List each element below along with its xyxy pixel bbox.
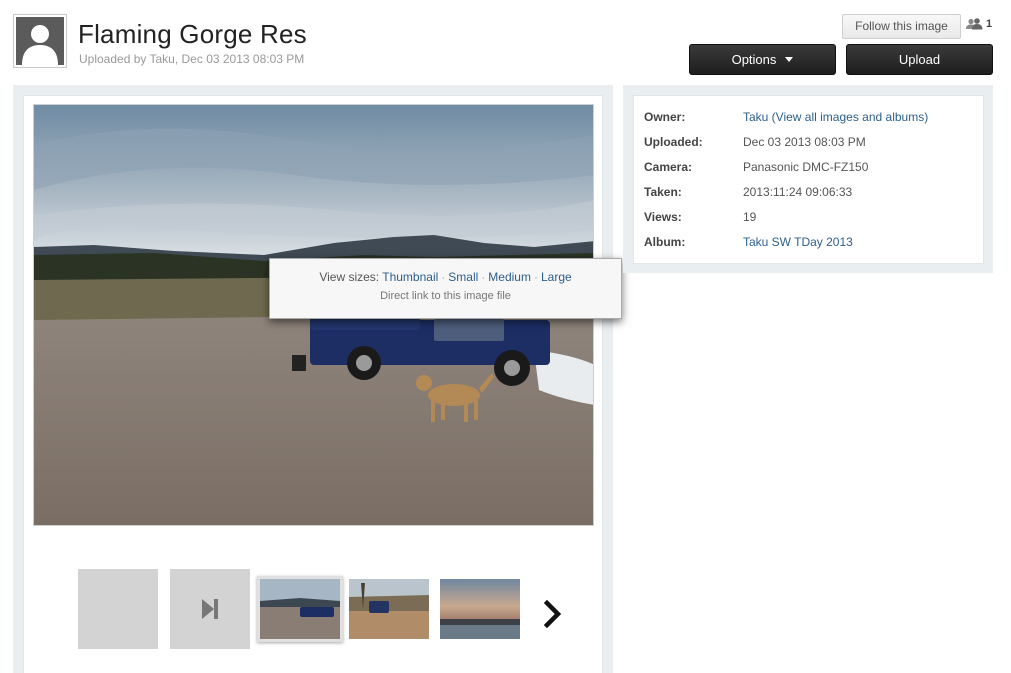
users-icon: [966, 18, 983, 30]
follow-button[interactable]: Follow this image: [842, 14, 961, 39]
info-row-album: Album: Taku SW TDay 2013: [644, 235, 853, 249]
size-large-link[interactable]: Large: [541, 270, 572, 284]
album-link[interactable]: Taku SW TDay 2013: [743, 235, 853, 249]
info-label: Uploaded:: [644, 135, 703, 149]
info-label: Views:: [644, 210, 682, 224]
size-small-link[interactable]: Small: [448, 270, 478, 284]
thumbnail-image[interactable]: [440, 579, 520, 639]
follower-count-value: 1: [986, 18, 993, 30]
info-label: Owner:: [644, 110, 686, 124]
upload-button[interactable]: Upload: [846, 44, 993, 75]
caret-down-icon: [785, 57, 794, 63]
chevron-right-icon: [543, 599, 562, 629]
thumbnail-current[interactable]: [257, 576, 343, 642]
info-value: Dec 03 2013 08:03 PM: [743, 135, 866, 149]
avatar[interactable]: [13, 14, 67, 68]
size-medium-link[interactable]: Medium: [488, 270, 531, 284]
last-image-button[interactable]: [170, 569, 250, 649]
view-sizes-popup: View sizes: Thumbnail · Small · Medium · Large…: [269, 258, 622, 319]
thumbnail-image[interactable]: [349, 579, 429, 639]
info-row-views: Views: 19: [644, 210, 756, 224]
info-row-uploaded: Uploaded: Dec 03 2013 08:03 PM: [644, 135, 866, 149]
skip-to-last-icon: [202, 599, 218, 619]
view-sizes-label: View sizes:: [319, 270, 380, 284]
page-title: Flaming Gorge Res: [78, 19, 307, 49]
info-row-owner: Owner: Taku (View all images and albums): [644, 110, 928, 124]
info-label: Album:: [644, 235, 686, 249]
options-button[interactable]: Options: [689, 44, 836, 75]
info-label: Taken:: [644, 185, 682, 199]
options-label: Options: [731, 52, 777, 67]
next-thumbnails-button[interactable]: [543, 599, 563, 629]
view-sizes-row: View sizes: Thumbnail · Small · Medium · Large: [319, 270, 572, 284]
info-value: Panasonic DMC-FZ150: [743, 160, 869, 174]
info-label: Camera:: [644, 160, 693, 174]
direct-link[interactable]: Direct link to this image file: [270, 290, 621, 302]
info-row-taken: Taken: 2013:11:24 09:06:33: [644, 185, 852, 199]
user-silhouette-icon: [16, 17, 64, 65]
info-row-camera: Camera: Panasonic DMC-FZ150: [644, 160, 868, 174]
size-thumbnail-link[interactable]: Thumbnail: [382, 270, 438, 284]
thumbnail-placeholder: [78, 569, 158, 649]
owner-link[interactable]: Taku (View all images and albums): [743, 110, 928, 124]
info-value: 2013:11:24 09:06:33: [743, 185, 853, 199]
follower-count[interactable]: 1: [966, 18, 992, 30]
info-value: 19: [743, 210, 757, 224]
upload-info: Uploaded by Taku, Dec 03 2013 08:03 PM: [79, 52, 305, 66]
